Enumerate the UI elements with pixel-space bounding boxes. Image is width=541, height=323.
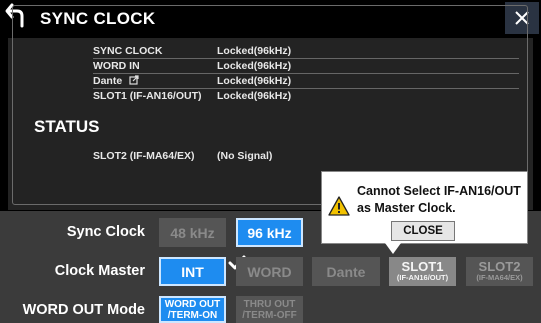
slot2-label: SLOT2 xyxy=(478,258,521,274)
row-separator xyxy=(93,73,519,74)
status-row-sync-clock: SYNC CLOCK Locked(96kHz) xyxy=(93,45,529,59)
status-name: Dante xyxy=(93,75,139,87)
word-out-term-on-button[interactable]: WORD OUT /TERM-ON xyxy=(159,296,226,323)
clock-master-dante-button[interactable]: Dante xyxy=(312,257,380,286)
popup-close-button[interactable]: CLOSE xyxy=(391,221,455,241)
status-row-word-in: WORD IN Locked(96kHz) xyxy=(93,60,529,74)
sync-clock-label: Sync Clock xyxy=(66,224,145,240)
status-value: Locked(96kHz) xyxy=(217,45,292,57)
status-value: (No Signal) xyxy=(217,150,273,162)
sync-96khz-button[interactable]: 96 kHz xyxy=(236,218,303,247)
clock-master-int-button[interactable]: INT xyxy=(159,257,226,286)
status-name: SYNC CLOCK xyxy=(93,45,163,57)
error-popup: Cannot Select IF-AN16/OUT as Master Cloc… xyxy=(321,171,528,244)
thru-out-line1: THRU OUT xyxy=(243,298,296,310)
thru-out-line2: /TERM-OFF xyxy=(242,309,297,321)
slot1-sublabel: (IF-AN16/OUT) xyxy=(396,272,449,282)
status-name: WORD IN xyxy=(93,60,140,72)
status-label: STATUS xyxy=(34,117,100,136)
row-separator xyxy=(93,58,519,59)
status-value: Locked(96kHz) xyxy=(217,75,292,87)
slot1-label: SLOT1 xyxy=(401,258,444,274)
status-name: SLOT2 (IF-MA64/EX) xyxy=(93,150,195,162)
warning-icon xyxy=(328,196,350,216)
status-value: Locked(96kHz) xyxy=(217,60,292,72)
clock-master-slot2-button[interactable]: SLOT2 (IF-MA64/EX) xyxy=(466,257,533,286)
dante-label: Dante xyxy=(93,75,123,87)
sync-48khz-button[interactable]: 48 kHz xyxy=(159,218,226,247)
thru-out-term-off-button[interactable]: THRU OUT /TERM-OFF xyxy=(236,296,303,323)
row-separator xyxy=(93,88,519,89)
status-row-slot2: SLOT2 (IF-MA64/EX) (No Signal) xyxy=(93,150,529,164)
slot2-sublabel: (IF-MA64/EX) xyxy=(476,272,523,282)
status-row-slot1: SLOT1 (IF-AN16/OUT) Locked(96kHz) xyxy=(93,90,529,104)
clock-master-word-button[interactable]: WORD xyxy=(236,257,303,286)
word-out-line2: /TERM-ON xyxy=(167,309,218,321)
clock-master-slot1-button[interactable]: SLOT1 (IF-AN16/OUT) xyxy=(389,257,456,286)
status-value: Locked(96kHz) xyxy=(217,90,292,102)
status-row-dante: Dante Locked(96kHz) xyxy=(93,75,529,89)
clock-master-label: Clock Master xyxy=(54,263,145,279)
popup-pointer xyxy=(385,243,401,254)
word-out-mode-label: WORD OUT Mode xyxy=(22,302,145,318)
popup-message: Cannot Select IF-AN16/OUT as Master Cloc… xyxy=(357,183,527,217)
popup-message-line1: Cannot Select IF-AN16/OUT xyxy=(357,184,521,198)
status-name: SLOT1 (IF-AN16/OUT) xyxy=(93,90,202,102)
word-out-line1: WORD OUT xyxy=(164,298,221,310)
external-link-icon[interactable] xyxy=(129,75,139,85)
popup-message-line2: as Master Clock. xyxy=(357,201,456,215)
